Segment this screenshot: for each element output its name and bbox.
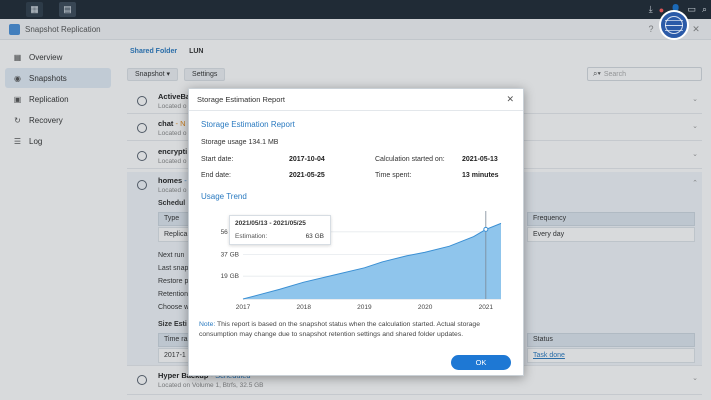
start-date-value: 2017-10-04	[289, 156, 325, 163]
chart-x-ticks: 2017 2018 2019 2020 2021	[236, 304, 494, 311]
note-body: This report is based on the snapshot sta…	[199, 321, 480, 338]
report-section-title: Storage Estimation Report	[201, 120, 295, 129]
storage-estimation-dialog: Storage Estimation Report ✕ Storage Esti…	[188, 88, 524, 376]
tooltip-value: 63 GB	[305, 233, 324, 240]
calculation-started-value: 2021-05-13	[462, 156, 498, 163]
chart-hover-point	[483, 226, 489, 232]
end-date-value: 2021-05-25	[289, 172, 325, 179]
tooltip-label: Estimation:	[235, 233, 268, 240]
end-date-label: End date:	[201, 172, 231, 179]
globe-logo-icon	[659, 10, 689, 40]
ok-button[interactable]: OK	[451, 355, 511, 370]
note-label: Note:	[199, 321, 216, 328]
x-tick-label: 2017	[236, 304, 251, 311]
x-tick-label: 2021	[479, 304, 494, 311]
chart-tooltip: 2021/05/13 - 2021/05/25 Estimation: 63 G…	[229, 215, 331, 245]
dialog-title: Storage Estimation Report	[189, 89, 523, 111]
tooltip-range: 2021/05/13 - 2021/05/25	[235, 220, 306, 227]
start-date-label: Start date:	[201, 156, 234, 163]
time-spent-label: Time spent:	[375, 172, 412, 179]
time-spent-value: 13 minutes	[462, 172, 499, 179]
calculation-started-label: Calculation started on:	[375, 156, 445, 163]
x-tick-label: 2019	[357, 304, 372, 311]
note-text: Note: This report is based on the snapsh…	[199, 320, 517, 340]
y-tick-label: 19 GB	[221, 273, 239, 280]
close-icon[interactable]: ✕	[506, 94, 514, 105]
x-tick-label: 2018	[296, 304, 311, 311]
usage-trend-title: Usage Trend	[201, 192, 247, 201]
y-tick-label: 37 GB	[221, 252, 239, 259]
storage-usage-text: Storage usage 134.1 MB	[201, 139, 279, 146]
x-tick-label: 2020	[418, 304, 433, 311]
